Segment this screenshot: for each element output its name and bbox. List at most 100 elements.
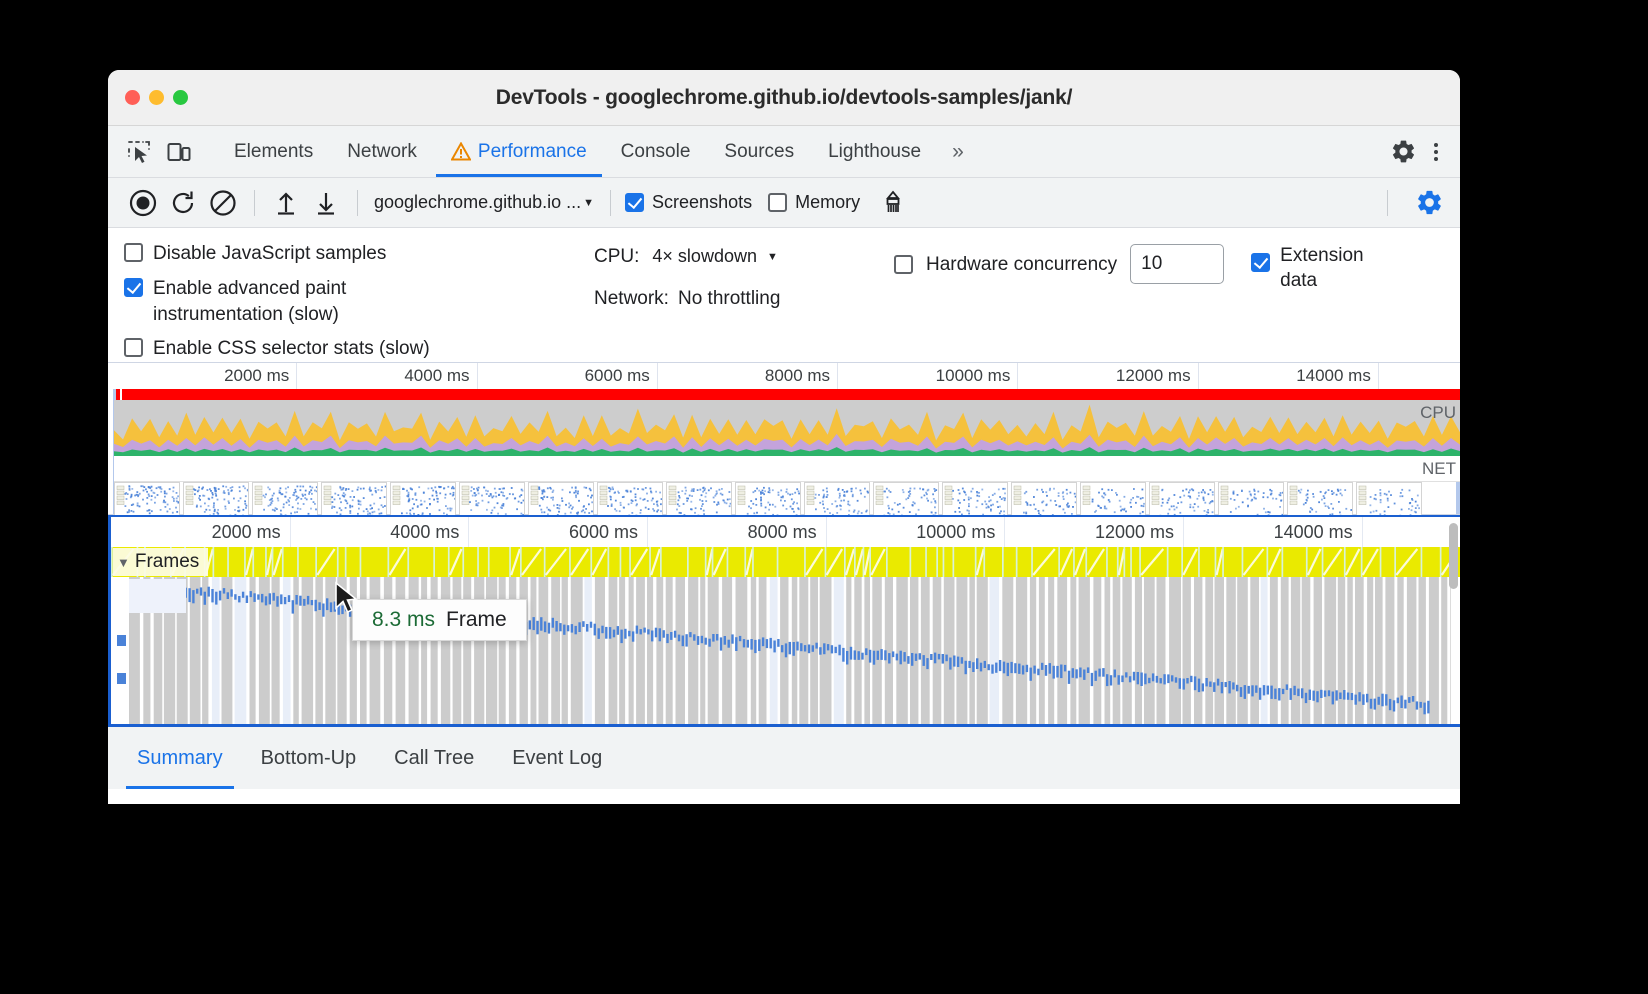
flame-event-marker[interactable]: [1335, 690, 1337, 700]
flame-event-marker[interactable]: [208, 587, 210, 597]
flame-event-marker[interactable]: [1148, 678, 1150, 683]
flame-task-bar[interactable]: [1144, 577, 1155, 724]
flame-event-marker[interactable]: [1347, 693, 1349, 700]
flame-event-marker[interactable]: [1167, 674, 1169, 683]
flame-event-marker[interactable]: [632, 631, 634, 641]
flame-event-marker[interactable]: [330, 602, 332, 612]
flame-event-marker[interactable]: [900, 651, 902, 665]
flame-event-marker[interactable]: [1248, 686, 1250, 694]
flame-event-marker[interactable]: [1018, 664, 1020, 674]
flame-event-marker[interactable]: [743, 639, 745, 647]
flame-task-bar[interactable]: [595, 577, 605, 724]
flame-event-marker[interactable]: [942, 654, 944, 664]
flame-event-marker[interactable]: [685, 634, 687, 646]
flame-event-marker[interactable]: [609, 627, 611, 639]
flame-event-marker[interactable]: [1190, 676, 1192, 682]
flame-event-marker[interactable]: [1408, 697, 1410, 703]
flame-event-marker[interactable]: [1397, 698, 1399, 704]
flame-task-bar[interactable]: [1441, 577, 1447, 724]
more-tabs-button[interactable]: »: [938, 126, 978, 177]
flame-task-bar[interactable]: [584, 577, 592, 724]
flame-event-marker[interactable]: [1156, 676, 1158, 683]
flame-event-marker[interactable]: [1240, 687, 1242, 697]
flame-event-marker[interactable]: [1370, 699, 1372, 709]
flame-event-marker[interactable]: [923, 655, 925, 666]
flame-event-marker[interactable]: [1114, 670, 1116, 678]
flame-event-marker[interactable]: [288, 595, 290, 602]
flame-event-marker[interactable]: [877, 651, 879, 660]
flame-event-marker[interactable]: [754, 640, 756, 653]
flame-task-bar[interactable]: [629, 577, 634, 724]
flame-event-marker[interactable]: [1420, 702, 1422, 708]
flame-event-marker[interactable]: [903, 652, 905, 662]
maximize-window-button[interactable]: [173, 90, 188, 105]
filmstrip-frame[interactable]: [321, 482, 387, 515]
css-selector-stats-checkbox[interactable]: Enable CSS selector stats (slow): [124, 336, 594, 362]
flame-event-marker[interactable]: [812, 645, 814, 652]
flame-event-marker[interactable]: [571, 624, 573, 633]
filmstrip-frame[interactable]: [873, 482, 939, 515]
clear-recording-button[interactable]: [204, 184, 242, 222]
flame-event-marker[interactable]: [873, 651, 875, 665]
flame-event-marker[interactable]: [724, 636, 726, 645]
flame-event-marker[interactable]: [892, 651, 894, 657]
extension-data-checkbox[interactable]: Extension data: [1251, 244, 1384, 293]
flame-event-marker[interactable]: [265, 596, 267, 605]
tab-performance[interactable]: Performance: [434, 126, 604, 177]
flame-event-marker[interactable]: [896, 654, 898, 661]
network-throttling-value[interactable]: No throttling: [678, 288, 780, 310]
flame-task-bar[interactable]: [1105, 577, 1111, 724]
flame-event-marker[interactable]: [697, 636, 699, 645]
flame-event-marker[interactable]: [1202, 683, 1204, 691]
flame-event-marker[interactable]: [196, 589, 198, 594]
flame-event-marker[interactable]: [728, 640, 730, 648]
flame-event-marker[interactable]: [1163, 674, 1165, 684]
flame-event-marker[interactable]: [227, 592, 229, 599]
flame-event-marker[interactable]: [211, 589, 213, 602]
flame-event-marker[interactable]: [1060, 665, 1062, 679]
flame-event-marker[interactable]: [846, 651, 848, 665]
flame-event-marker[interactable]: [819, 647, 821, 655]
flame-event-marker[interactable]: [930, 654, 932, 660]
flame-event-marker[interactable]: [666, 634, 668, 643]
flame-event-marker[interactable]: [1125, 672, 1127, 677]
flame-event-marker[interactable]: [590, 622, 592, 628]
flame-event-marker[interactable]: [762, 637, 764, 646]
flame-event-marker[interactable]: [1198, 679, 1200, 693]
flame-task-bar[interactable]: [921, 577, 930, 724]
flame-event-marker[interactable]: [1152, 673, 1154, 681]
flame-task-bar[interactable]: [977, 577, 988, 724]
flame-event-marker[interactable]: [781, 645, 783, 652]
flame-event-marker[interactable]: [701, 636, 703, 643]
flame-event-marker[interactable]: [192, 590, 194, 603]
filmstrip-frame[interactable]: [183, 482, 249, 515]
flame-event-marker[interactable]: [1095, 671, 1097, 681]
flame-event-marker[interactable]: [831, 645, 833, 653]
flame-event-marker[interactable]: [578, 622, 580, 632]
flame-event-marker[interactable]: [1033, 666, 1035, 674]
flame-event-marker[interactable]: [559, 623, 561, 631]
flame-event-marker[interactable]: [1393, 700, 1395, 711]
flame-task-bar[interactable]: [688, 577, 698, 724]
flame-event-marker[interactable]: [1194, 676, 1196, 690]
flame-event-marker[interactable]: [601, 626, 603, 634]
cpu-throttling-select[interactable]: 4× slowdown ▼: [648, 243, 781, 270]
flame-event-marker[interactable]: [838, 645, 840, 656]
flame-event-marker[interactable]: [261, 594, 263, 603]
flame-event-marker[interactable]: [1098, 669, 1100, 677]
flame-event-marker[interactable]: [720, 637, 722, 650]
flame-event-marker[interactable]: [1102, 668, 1104, 677]
flame-event-marker[interactable]: [808, 645, 810, 654]
flame-event-marker[interactable]: [1343, 690, 1345, 700]
flame-task-bar[interactable]: [1002, 577, 1013, 724]
flame-task-bar[interactable]: [933, 577, 942, 724]
flame-task-bar[interactable]: [1250, 577, 1259, 724]
flame-event-marker[interactable]: [643, 628, 645, 633]
hardware-concurrency-checkbox[interactable]: [894, 255, 913, 274]
device-toolbar-button[interactable]: [162, 135, 196, 169]
upload-profile-button[interactable]: [267, 184, 305, 222]
flame-event-marker[interactable]: [1144, 674, 1146, 685]
flame-event-marker[interactable]: [620, 630, 622, 644]
flame-event-marker[interactable]: [1209, 682, 1211, 687]
flame-event-marker[interactable]: [1079, 668, 1081, 678]
